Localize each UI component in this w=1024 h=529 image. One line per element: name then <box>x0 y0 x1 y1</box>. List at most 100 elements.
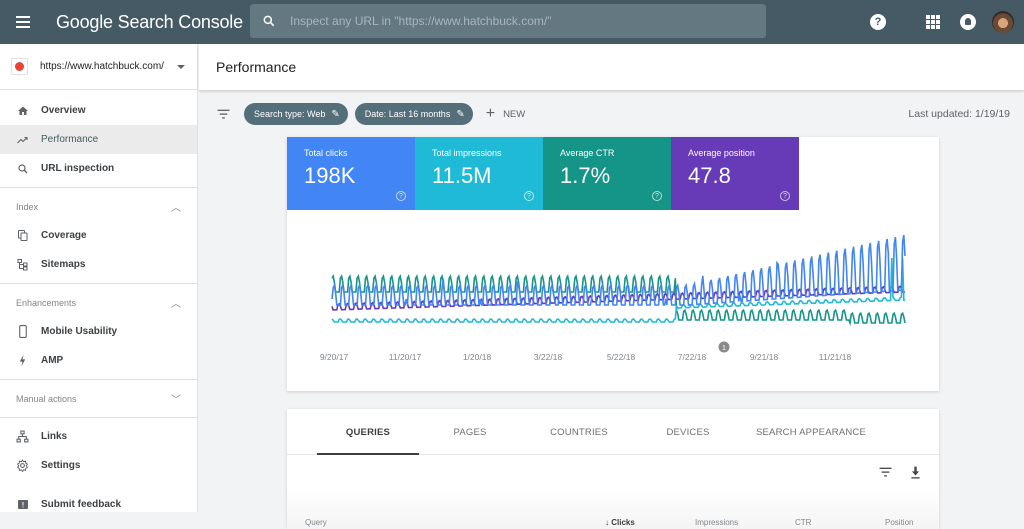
links-icon <box>16 430 29 443</box>
tab-label: SEARCH APPEARANCE <box>755 426 867 438</box>
filter-icon[interactable] <box>217 109 230 119</box>
top-app-bar: Google Search Console ? <box>0 0 1024 44</box>
sidebar-item-sitemaps[interactable]: Sitemaps <box>0 250 197 279</box>
new-filter-button[interactable]: + NEW <box>486 105 526 123</box>
filter-chip-search-type[interactable]: Search type: Web ✎ <box>244 103 348 125</box>
tab-devices[interactable]: DEVICES <box>637 409 739 455</box>
sidebar-item-coverage[interactable]: Coverage <box>0 221 197 250</box>
x-tick-label: 9/21/18 <box>750 352 779 362</box>
bolt-icon <box>16 354 29 367</box>
sidebar-item-label: URL inspection <box>41 163 115 174</box>
table-header: Query ↓ Clicks Impressions CTR Position <box>287 489 939 529</box>
tab-search-appearance[interactable]: SEARCH APPEARANCE <box>739 409 883 455</box>
sidebar-item-label: Submit feedback <box>41 499 122 510</box>
sidebar-item-submit-feedback[interactable]: Submit feedback <box>0 490 197 519</box>
sidebar-item-mobile-usability[interactable]: Mobile Usability <box>0 317 197 346</box>
divider <box>0 187 197 188</box>
tab-label: PAGES <box>453 426 487 438</box>
x-tick-label: 11/21/18 <box>819 352 852 362</box>
help-icon[interactable]: ? <box>870 14 886 30</box>
x-tick-label: 11/20/17 <box>389 352 422 362</box>
metric-value: 198K <box>304 163 356 188</box>
sidebar-item-label: Performance <box>41 134 99 145</box>
sidebar-item-label: Overview <box>41 105 86 116</box>
filter-bar: Search type: Web ✎ Date: Last 16 months … <box>199 91 1024 137</box>
main-content: Performance Search type: Web ✎ Date: Las… <box>199 44 1024 529</box>
tab-countries[interactable]: COUNTRIES <box>521 409 637 455</box>
dimension-tabs: QUERIES PAGES COUNTRIES DEVICES SEARCH A… <box>287 409 939 455</box>
metric-total-clicks[interactable]: Total clicks 198K ? <box>287 137 415 210</box>
tab-queries[interactable]: QUERIES <box>317 409 419 455</box>
sidebar-item-url-inspection[interactable]: URL inspection <box>0 154 197 183</box>
chip-label: Date: Last 16 months <box>364 109 451 119</box>
filter-icon[interactable] <box>879 467 892 477</box>
section-enhancements[interactable]: Enhancements ︿ <box>0 288 197 317</box>
section-index[interactable]: Index ︿ <box>0 192 197 221</box>
column-position[interactable]: Position <box>885 518 913 529</box>
x-tick-label: 1/20/18 <box>463 352 492 362</box>
apps-icon[interactable] <box>926 15 940 29</box>
tab-label: DEVICES <box>666 426 710 438</box>
trending-up-icon <box>16 133 29 146</box>
sidebar-item-label: Settings <box>41 460 81 471</box>
sidebar-item-settings[interactable]: Settings <box>0 451 197 480</box>
x-tick-label: 7/22/18 <box>678 352 707 362</box>
notifications-icon[interactable] <box>960 14 976 30</box>
metric-label: Total impressions <box>432 148 502 158</box>
help-icon[interactable]: ? <box>780 191 790 201</box>
tab-label: COUNTRIES <box>550 426 608 438</box>
sidebar-item-links[interactable]: Links <box>0 422 197 451</box>
property-selector[interactable]: https://www.hatchbuck.com/ <box>0 44 197 90</box>
metric-label: Total clicks <box>304 148 348 158</box>
sidebar-item-amp[interactable]: AMP <box>0 346 197 375</box>
series-line-average-ctr <box>331 273 906 327</box>
chevron-up-icon: ︿ <box>171 299 181 310</box>
url-inspect-search[interactable] <box>250 4 766 38</box>
last-updated: Last updated: 1/19/19 <box>908 108 1010 120</box>
sidebar-item-overview[interactable]: Overview <box>0 96 197 125</box>
download-icon[interactable] <box>910 466 921 479</box>
home-icon <box>16 104 29 117</box>
performance-card: Total clicks 198K ? Total impressions 11… <box>287 137 939 391</box>
search-icon <box>263 15 275 27</box>
help-icon[interactable]: ? <box>396 191 406 201</box>
column-label: Clicks <box>611 518 635 527</box>
sidebar-item-performance[interactable]: Performance <box>0 125 197 154</box>
property-favicon-icon <box>11 58 28 75</box>
page-title: Performance <box>216 59 297 75</box>
caret-down-icon <box>177 64 185 69</box>
column-query[interactable]: Query <box>305 518 605 529</box>
search-icon <box>16 162 29 175</box>
x-tick-label: 9/20/17 <box>320 352 349 362</box>
column-impressions[interactable]: Impressions <box>695 518 795 529</box>
metric-average-position[interactable]: Average position 47.8 ? <box>671 137 799 210</box>
dimensions-card: QUERIES PAGES COUNTRIES DEVICES SEARCH A… <box>287 409 939 529</box>
sidebar: https://www.hatchbuck.com/ Overview Perf… <box>0 44 198 512</box>
section-title: Enhancements <box>16 297 77 308</box>
metric-label: Average CTR <box>560 148 615 158</box>
column-ctr[interactable]: CTR <box>795 518 885 529</box>
edit-icon: ✎ <box>331 108 340 120</box>
new-label: NEW <box>503 108 526 120</box>
help-icon[interactable]: ? <box>524 191 534 201</box>
avatar[interactable] <box>992 11 1014 33</box>
plus-icon: + <box>485 105 496 122</box>
filter-chip-date[interactable]: Date: Last 16 months ✎ <box>354 103 473 125</box>
sidebar-item-label: Sitemaps <box>41 259 86 270</box>
metric-label: Average position <box>688 148 755 158</box>
url-inspect-input[interactable] <box>290 14 730 28</box>
performance-chart[interactable]: 9/20/17 11/20/17 1/20/18 3/22/18 5/22/18 7/22… <box>287 210 939 391</box>
app-title: Google Search Console <box>56 11 243 32</box>
help-icon[interactable]: ? <box>652 191 662 201</box>
column-clicks[interactable]: ↓ Clicks <box>605 518 695 529</box>
section-manual-actions[interactable]: Manual actions ﹀ <box>0 384 197 413</box>
tab-label: QUERIES <box>345 426 391 438</box>
divider <box>0 283 197 284</box>
metric-total-impressions[interactable]: Total impressions 11.5M ? <box>415 137 543 210</box>
tab-pages[interactable]: PAGES <box>419 409 521 455</box>
edit-icon: ✎ <box>456 108 465 120</box>
metric-average-ctr[interactable]: Average CTR 1.7% ? <box>543 137 671 210</box>
menu-icon[interactable] <box>16 12 36 32</box>
x-tick-label: 5/22/18 <box>607 352 636 362</box>
chip-label: Search type: Web <box>254 109 326 119</box>
